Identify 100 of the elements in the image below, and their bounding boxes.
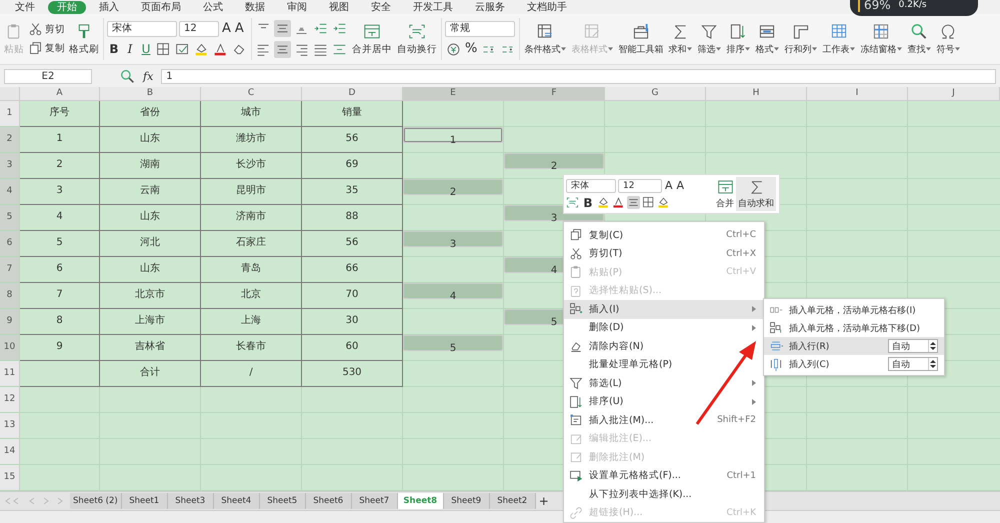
toolbar-button[interactable]: 条件格式: [523, 20, 568, 58]
row-header[interactable]: 7: [0, 257, 20, 282]
add-sheet-button[interactable]: +: [536, 494, 552, 508]
menu-item[interactable]: 清除内容(N): [564, 337, 764, 356]
row-header[interactable]: 12: [0, 387, 20, 412]
menu-tab[interactable]: 插入: [90, 0, 128, 14]
menu-tab[interactable]: 文档助手: [518, 0, 576, 14]
menu-item[interactable]: 从下拉列表中选择(K)...: [564, 485, 764, 504]
border-icon[interactable]: [155, 40, 172, 58]
autosum-button[interactable]: 自动求和: [736, 177, 776, 211]
toolbar-button[interactable]: 格式: [754, 20, 780, 58]
formula-input[interactable]: 1: [161, 68, 996, 84]
menu-item[interactable]: 插入(I): [564, 300, 764, 318]
number-format-select[interactable]: 常规: [445, 20, 515, 36]
style-button[interactable]: U: [139, 41, 153, 57]
paint-icon[interactable]: [657, 196, 670, 209]
column-header[interactable]: B: [100, 87, 201, 101]
row-header[interactable]: 10: [0, 335, 20, 360]
toolbar-button[interactable]: 查找: [906, 20, 932, 58]
menu-item[interactable]: 插入行(R) 自动: [764, 337, 944, 355]
menu-tab[interactable]: 数据: [236, 0, 274, 14]
menu-item[interactable]: 插入单元格，活动单元格下移(D): [764, 319, 944, 337]
count-spinbox[interactable]: 自动: [888, 357, 938, 371]
sheet-tab[interactable]: Sheet6: [306, 493, 352, 509]
menu-item[interactable]: 插入单元格，活动单元格右移(I): [764, 301, 944, 319]
merge-button[interactable]: 合并: [714, 177, 736, 211]
sheet-tab[interactable]: Sheet5: [260, 493, 306, 509]
align-center-icon[interactable]: [627, 196, 640, 209]
row-header[interactable]: 15: [0, 465, 20, 490]
grow-font-button[interactable]: A: [221, 20, 232, 36]
name-box[interactable]: E2: [4, 68, 92, 84]
style-button[interactable]: I: [123, 41, 137, 57]
sheet-tab[interactable]: Sheet3: [168, 493, 214, 509]
copy-button[interactable]: 复制: [28, 41, 65, 56]
menu-tab[interactable]: 开始: [48, 0, 86, 14]
toolbar-button[interactable]: 求和: [667, 20, 694, 58]
row-header[interactable]: 2: [0, 127, 20, 152]
row-header[interactable]: 3: [0, 153, 20, 178]
toolbar-button[interactable]: 筛选: [696, 20, 722, 58]
toolbar-button[interactable]: 智能工具箱: [617, 20, 664, 58]
sheet-tab[interactable]: Sheet4: [214, 493, 260, 509]
sheet-tab[interactable]: Sheet8: [398, 493, 444, 509]
menu-item[interactable]: 批量处理单元格(P): [564, 356, 764, 374]
column-header[interactable]: I: [807, 87, 908, 101]
fit-icon[interactable]: [566, 196, 579, 209]
sheet-tab[interactable]: Sheet2: [490, 493, 536, 509]
row-header[interactable]: 4: [0, 179, 20, 204]
menu-tab[interactable]: 公式: [194, 0, 232, 14]
shrink-font-button[interactable]: A: [676, 178, 686, 194]
row-header[interactable]: 5: [0, 205, 20, 230]
column-header[interactable]: J: [908, 87, 1000, 101]
sheet-tab[interactable]: Sheet9: [444, 493, 490, 509]
row-header[interactable]: 11: [0, 361, 20, 386]
font-size-select[interactable]: 12: [618, 178, 662, 192]
format-painter-button[interactable]: 格式刷: [68, 20, 100, 58]
row-header[interactable]: 14: [0, 439, 20, 464]
menu-tab[interactable]: 云服务: [466, 0, 514, 14]
sheet-tab[interactable]: Sheet1: [122, 493, 168, 509]
zoom-icon[interactable]: [120, 68, 135, 84]
menu-tab[interactable]: 开发工具: [404, 0, 462, 14]
menu-item[interactable]: 排序(U): [564, 392, 764, 411]
column-header[interactable]: C: [201, 87, 302, 101]
fill-color-icon[interactable]: [597, 196, 610, 209]
menu-item[interactable]: 插入列(C) 自动: [764, 355, 944, 373]
toolbar-button[interactable]: 工作表: [821, 20, 856, 58]
menu-tab[interactable]: 页面布局: [132, 0, 190, 14]
align-center-icon[interactable]: [274, 41, 291, 58]
shrink-font-button[interactable]: A: [234, 20, 245, 36]
menu-item[interactable]: 复制(C) Ctrl+C: [564, 226, 764, 244]
column-header[interactable]: E: [403, 87, 504, 101]
toolbar-button[interactable]: 排序: [725, 20, 752, 58]
toolbar-button[interactable]: 行和列: [783, 20, 818, 58]
merge-center-button[interactable]: 合并居中: [351, 20, 393, 58]
font-select[interactable]: 宋体: [566, 178, 616, 192]
column-header[interactable]: G: [605, 87, 706, 101]
font-color-icon[interactable]: [612, 196, 625, 209]
percent-button[interactable]: %: [464, 41, 478, 57]
fx-button[interactable]: fx: [143, 70, 154, 82]
sheet-tab[interactable]: Sheet7: [352, 493, 398, 509]
toolbar-button[interactable]: 符号: [935, 20, 962, 58]
column-header[interactable]: A: [20, 87, 100, 101]
toolbar-button[interactable]: 冻结窗格: [859, 20, 904, 58]
font-size-select[interactable]: 12: [179, 20, 219, 36]
sheet-tab[interactable]: Sheet6 (2): [70, 493, 122, 509]
currency-icon[interactable]: [445, 40, 462, 58]
column-header[interactable]: H: [706, 87, 807, 101]
menu-tab[interactable]: 审阅: [278, 0, 316, 14]
column-header[interactable]: D: [302, 87, 403, 101]
style-button[interactable]: B: [107, 41, 121, 57]
align-middle-icon[interactable]: [274, 20, 291, 37]
grow-font-button[interactable]: A: [664, 178, 674, 194]
row-header[interactable]: 1: [0, 101, 20, 126]
font-select[interactable]: 宋体: [107, 20, 177, 36]
row-header[interactable]: 6: [0, 231, 20, 256]
row-header[interactable]: 8: [0, 283, 20, 308]
menu-item[interactable]: 筛选(L): [564, 374, 764, 392]
wrap-text-button[interactable]: 自动换行: [396, 20, 438, 58]
menu-item[interactable]: 设置单元格格式(F)... Ctrl+1: [564, 466, 764, 485]
menu-tab[interactable]: 文件: [6, 0, 44, 14]
row-header[interactable]: 13: [0, 413, 20, 438]
